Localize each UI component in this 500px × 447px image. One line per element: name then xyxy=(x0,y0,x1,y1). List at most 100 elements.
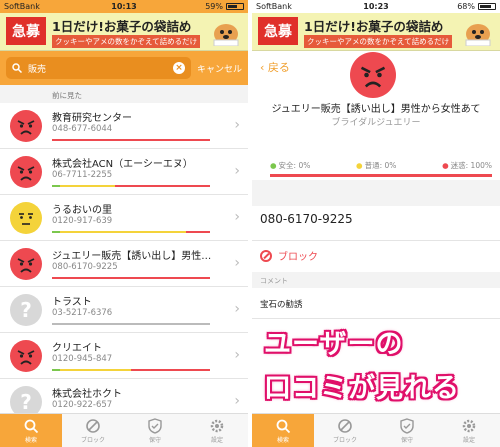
search-icon xyxy=(276,419,291,433)
tab-label: ブロック xyxy=(332,436,357,444)
tab-shield[interactable]: 保守 xyxy=(376,414,438,447)
tab-bar: 検索 ブロック 保守 設定 xyxy=(252,413,500,447)
gear-icon xyxy=(210,419,224,432)
list-item[interactable]: うるおいの里 0120-917-639 › xyxy=(0,195,248,241)
rating-stats: 安全: 0% 普通: 0% 迷惑: 100% xyxy=(270,160,492,171)
chevron-right-icon: › xyxy=(234,255,240,271)
list-item[interactable]: クリエイト 0120-945-847 › xyxy=(0,333,248,379)
item-name: クリエイト xyxy=(52,343,102,354)
block-icon xyxy=(338,418,352,433)
tab-label: ブロック xyxy=(80,436,105,444)
chevron-right-icon: › xyxy=(234,347,240,363)
item-phone: 03-5217-6376 xyxy=(52,308,113,318)
stat-normal: 普通: 0% xyxy=(356,160,397,171)
rating-bar-normal xyxy=(59,369,131,371)
comment-header: コメント xyxy=(252,272,500,288)
rating-bar-danger xyxy=(131,369,210,371)
ad-headline: 1日だけ!お菓子の袋詰め xyxy=(52,19,192,34)
clock: 10:23 xyxy=(363,2,389,11)
detail-phone[interactable]: 080-6170-9225 xyxy=(260,212,353,226)
block-label: ブロック xyxy=(278,252,318,263)
rating-bar xyxy=(52,369,210,371)
ad-headline: 1日だけ!お菓子の袋詰め xyxy=(304,19,444,34)
chevron-right-icon: › xyxy=(234,301,240,317)
item-phone: 048-677-6044 xyxy=(52,124,113,134)
list-item[interactable]: ? トラスト 03-5217-6376 › xyxy=(0,287,248,333)
item-phone: 0120-917-639 xyxy=(52,216,113,226)
overlay-caption-line2: 口コミが見れる xyxy=(264,373,460,404)
cancel-button[interactable]: キャンセル xyxy=(197,62,242,75)
ad-banner[interactable]: 急募 1日だけ!お菓子の袋詰め クッキーやアメの数をかぞえて詰めるだけ xyxy=(0,13,248,51)
block-icon xyxy=(260,249,272,262)
block-icon xyxy=(86,418,100,433)
rating-bar xyxy=(52,323,210,325)
list-item[interactable]: 教育研究センター 048-677-6044 › xyxy=(0,103,248,149)
tab-label: 検索 xyxy=(24,436,37,444)
status-bar: SoftBank 10:23 68% xyxy=(252,0,500,13)
rating-bar xyxy=(52,185,210,187)
clear-icon[interactable]: × xyxy=(172,62,185,74)
stat-danger: 迷惑: 100% xyxy=(442,160,492,171)
rating-bar-danger xyxy=(52,139,210,141)
tab-shield[interactable]: 保守 xyxy=(124,414,186,447)
rating-bar-normal xyxy=(59,231,187,233)
angry-face-icon xyxy=(10,248,42,280)
rating-bar-danger xyxy=(186,231,211,233)
search-value: 販売 xyxy=(28,64,47,75)
detail-title: ジュエリー販売【誘い出し】男性から女性あて xyxy=(271,104,481,115)
item-name: トラスト xyxy=(52,297,92,308)
rating-bar xyxy=(52,139,210,141)
clock: 10:13 xyxy=(111,2,137,11)
search-bar: 販売 × キャンセル xyxy=(0,51,248,85)
item-name: 株式会社ホクト xyxy=(52,389,122,400)
shield-icon xyxy=(148,417,162,434)
list-item[interactable]: ジュエリー販売【誘い出し】男性… 080-6170-9225 › xyxy=(0,241,248,287)
neutral-face-icon xyxy=(10,202,42,234)
search-screen: SoftBank 10:13 59% 急募 1日だけ!お菓子の袋詰め クッキーや… xyxy=(0,0,248,447)
result-list: 教育研究センター 048-677-6044 › 株式会社ACN（エーシーエヌ） 06-7… xyxy=(0,103,248,425)
tab-search[interactable]: 検索 xyxy=(0,414,62,447)
back-button[interactable]: ‹ 戻る xyxy=(260,59,290,75)
tab-label: 保守 xyxy=(400,436,413,444)
dog-icon xyxy=(465,24,491,46)
battery-icon xyxy=(478,3,496,10)
item-phone: 0120-922-657 xyxy=(52,400,113,410)
rating-bar xyxy=(52,277,210,279)
tab-gear[interactable]: 設定 xyxy=(438,414,500,447)
status-bar: SoftBank 10:13 59% xyxy=(0,0,248,13)
rating-bar-normal xyxy=(59,185,116,187)
ad-banner[interactable]: 急募 1日だけ!お菓子の袋詰め クッキーやアメの数をかぞえて詰めるだけ xyxy=(252,13,500,51)
chevron-right-icon: › xyxy=(234,117,240,133)
angry-face-icon xyxy=(10,156,42,188)
rating-bar-safe xyxy=(52,369,60,371)
search-input[interactable]: 販売 × xyxy=(6,57,191,79)
tab-label: 設定 xyxy=(462,436,475,444)
rating-bar-empty xyxy=(52,323,210,325)
tab-block[interactable]: ブロック xyxy=(314,414,376,447)
section-header: 前に見た xyxy=(0,85,248,103)
ad-subtext: クッキーやアメの数をかぞえて詰めるだけ xyxy=(52,35,201,48)
rating-bar-danger xyxy=(115,185,210,187)
chevron-right-icon: › xyxy=(234,209,240,225)
tab-bar: 検索 ブロック 保守 設定 xyxy=(0,413,248,447)
tab-gear[interactable]: 設定 xyxy=(186,414,248,447)
tab-search[interactable]: 検索 xyxy=(252,414,314,447)
block-button[interactable]: ブロック xyxy=(260,248,318,263)
tab-label: 設定 xyxy=(210,436,223,444)
section-gap xyxy=(252,180,500,206)
battery-icon xyxy=(226,3,244,10)
item-phone: 0120-945-847 xyxy=(52,354,113,364)
item-phone: 080-6170-9225 xyxy=(52,262,118,272)
shield-icon xyxy=(400,417,414,434)
tab-label: 保守 xyxy=(148,436,161,444)
rating-bar-danger xyxy=(52,277,210,279)
item-name: ジュエリー販売【誘い出し】男性… xyxy=(52,251,212,262)
detail-screen: SoftBank 10:23 68% 急募 1日だけ!お菓子の袋詰め クッキーや… xyxy=(252,0,500,447)
gear-icon xyxy=(462,419,476,432)
comment-text: 宝石の勧誘 xyxy=(260,300,303,310)
item-phone: 06-7711-2255 xyxy=(52,170,113,180)
list-item[interactable]: 株式会社ACN（エーシーエヌ） 06-7711-2255 › xyxy=(0,149,248,195)
tab-block[interactable]: ブロック xyxy=(62,414,124,447)
detail-category: ブライダルジュエリー xyxy=(331,118,421,128)
item-name: 教育研究センター xyxy=(52,113,132,124)
